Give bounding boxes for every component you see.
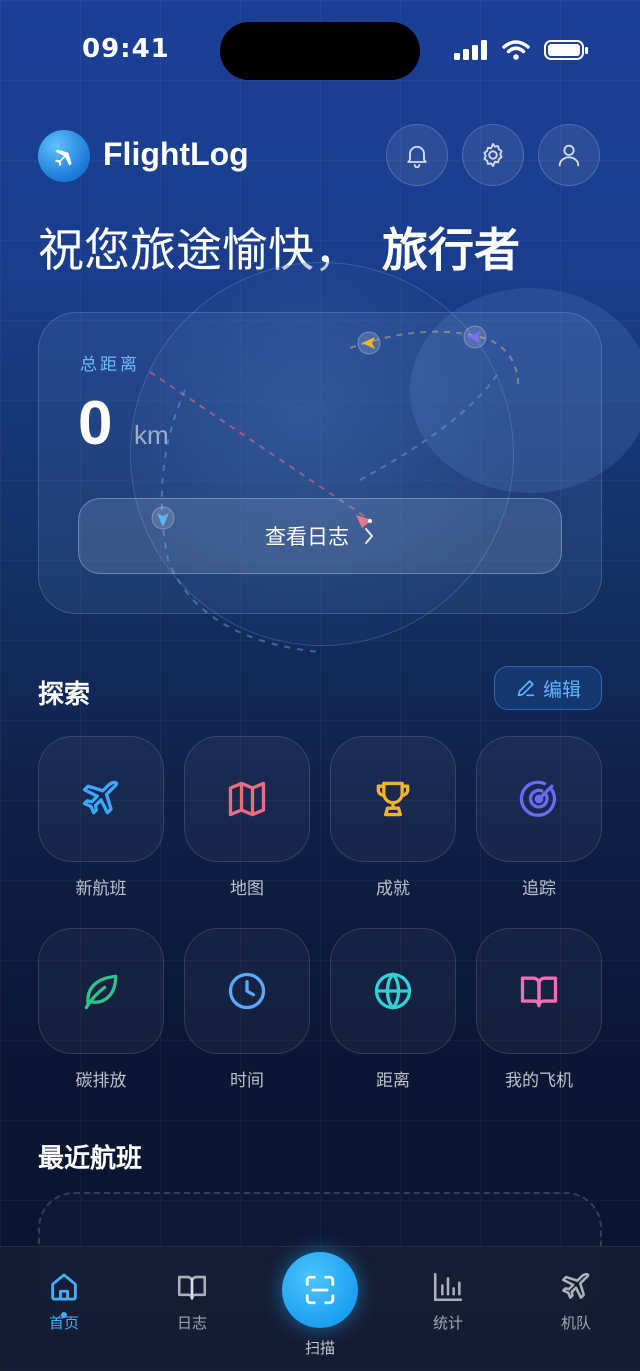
tab-stats[interactable]: 统计 [398, 1270, 498, 1333]
clock-icon [228, 972, 266, 1010]
plane-icon [82, 780, 119, 815]
tile-map[interactable] [184, 736, 310, 862]
book-icon [520, 976, 558, 1008]
total-distance-label: 总距离 [80, 355, 140, 375]
tile-tracking[interactable] [476, 736, 602, 862]
radar-icon [519, 780, 557, 817]
active-tab-indicator [61, 1312, 67, 1318]
tile-distance-label: 距离 [376, 1071, 410, 1091]
explore-title: 探索 [38, 680, 91, 710]
tile-tracking-label: 追踪 [522, 879, 556, 899]
tab-fleet[interactable]: 机队 [526, 1270, 626, 1333]
book-open-icon [177, 1275, 207, 1300]
distance-unit: km [134, 420, 169, 450]
plane-icon [561, 1272, 590, 1299]
scan-button[interactable] [282, 1252, 358, 1328]
home-icon [51, 1273, 77, 1301]
map-icon [228, 781, 266, 817]
edit-label: 编辑 [542, 678, 581, 701]
tab-home[interactable]: 首页 [14, 1270, 114, 1333]
edit-button[interactable]: 编辑 [494, 666, 602, 710]
tab-scan-label: 扫描 [304, 1339, 335, 1357]
tile-my-aircraft-label: 我的飞机 [505, 1071, 573, 1091]
tile-time[interactable] [184, 928, 310, 1054]
view-log-label: 查看日志 [265, 525, 349, 549]
tile-carbon-label: 碳排放 [75, 1071, 127, 1091]
flight-paths-illustration [149, 325, 520, 653]
tile-map-label: 地图 [230, 879, 264, 899]
tab-log[interactable]: 日志 [142, 1270, 242, 1333]
bar-chart-icon [433, 1272, 463, 1302]
view-log-button[interactable]: 查看日志 [78, 498, 562, 574]
recent-flights-title: 最近航班 [38, 1144, 143, 1174]
scan-icon [305, 1275, 335, 1305]
pencil-icon [517, 680, 535, 697]
tile-new-flight-label: 新航班 [75, 879, 127, 899]
leaf-icon [84, 974, 118, 1010]
tile-carbon[interactable] [38, 928, 164, 1054]
chevron-right-icon [365, 528, 373, 544]
tab-fleet-label: 机队 [560, 1314, 591, 1332]
total-distance-value: 0 [78, 389, 113, 458]
tile-new-flight[interactable] [38, 736, 164, 862]
tile-distance[interactable] [330, 928, 456, 1054]
tab-log-label: 日志 [176, 1314, 207, 1332]
tab-stats-label: 统计 [432, 1314, 463, 1332]
tile-achievements-label: 成就 [376, 879, 410, 899]
tile-achievements[interactable] [330, 736, 456, 862]
globe-icon [374, 972, 412, 1010]
trophy-icon [376, 781, 410, 817]
tile-time-label: 时间 [230, 1071, 264, 1091]
tile-my-aircraft[interactable] [476, 928, 602, 1054]
